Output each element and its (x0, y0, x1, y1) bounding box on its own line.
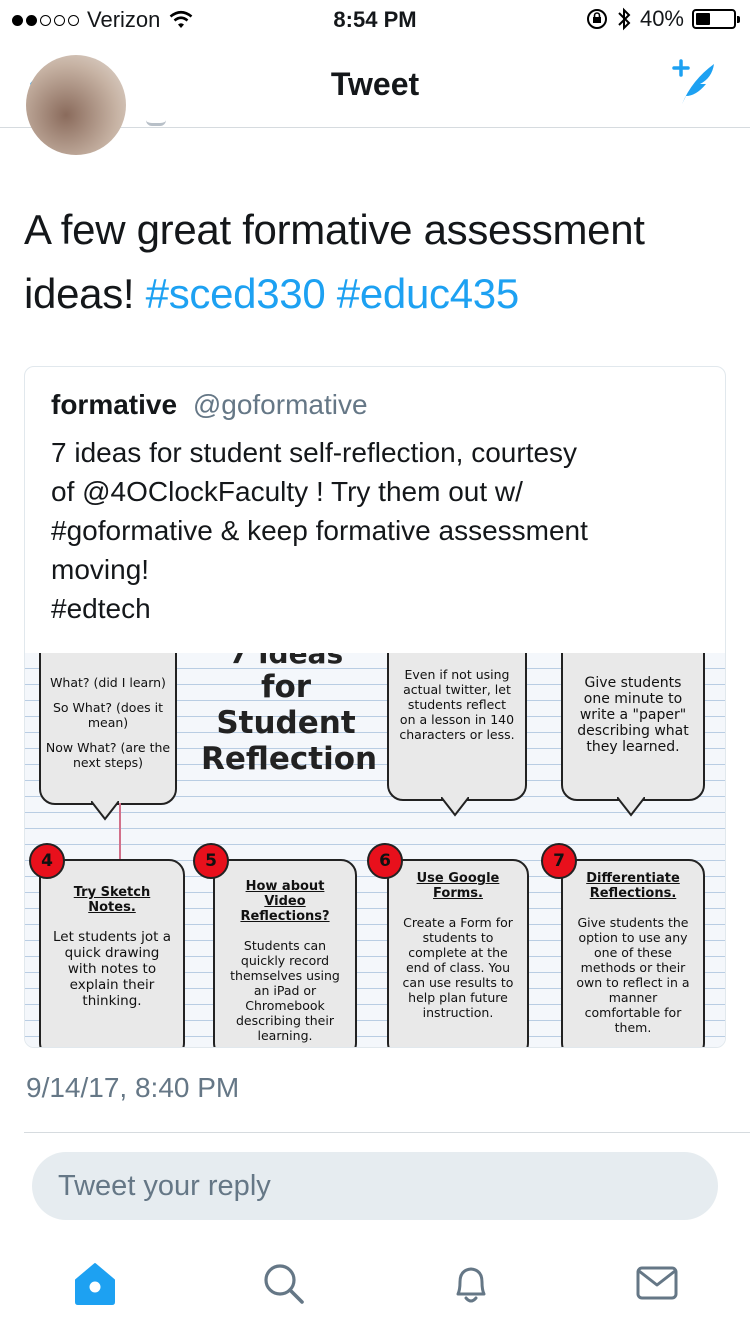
quoted-line: #edtech (51, 593, 151, 624)
notifications-icon[interactable] (446, 1258, 496, 1308)
reflection-card-5: How about Video Reflections? Students ca… (213, 859, 357, 1047)
speech-tail (441, 797, 469, 817)
connector-line (119, 803, 121, 863)
reflection-card-3: Give students one minute to write a "pap… (561, 653, 705, 801)
quoted-tweet-text: 7 ideas for student self-reflection, cou… (51, 433, 711, 628)
quoted-author-name: formative (51, 389, 178, 420)
quoted-line: 7 ideas for student self-reflection, cou… (51, 437, 578, 468)
card-7-heading: Differentiate Reflections. (586, 871, 680, 901)
reflection-card-2: Even if not using actual twitter, let st… (387, 653, 527, 801)
status-right: 40% (586, 6, 740, 32)
number-badge-7: 7 (541, 843, 577, 879)
reply-input[interactable]: Tweet your reply (32, 1152, 718, 1220)
card-4-heading: Try Sketch Notes. (73, 885, 151, 915)
infographic-image[interactable]: What? (did I learn) So What? (does it me… (25, 653, 725, 1047)
title-line: Reflection (201, 741, 378, 777)
reflection-card-7: Differentiate Reflections. Give students… (561, 859, 705, 1047)
compose-tweet-icon[interactable] (666, 58, 722, 110)
title-line: 7 Ideas (201, 653, 371, 669)
bluetooth-icon (618, 7, 631, 31)
infographic-title: 7 Ideas for Student Reflection (201, 653, 378, 777)
battery-percent: 40% (639, 6, 684, 31)
card-5-heading: How about Video Reflections? (240, 879, 330, 924)
search-icon[interactable] (258, 1258, 308, 1308)
speech-tail (617, 797, 645, 817)
card-2-text: Even if not using actual twitter, let st… (399, 667, 515, 742)
card-1-line: Now What? (are the next steps) (45, 740, 171, 770)
quoted-tweet-card[interactable]: formative @goformative 7 ideas for stude… (24, 366, 726, 1048)
quoted-line: moving! (51, 554, 150, 585)
tweet-body: A few great formative assessment ideas! (24, 206, 645, 317)
quoted-author: formative @goformative (51, 389, 368, 421)
author-handle-fragment (146, 120, 166, 126)
status-bar: Verizon 8:54 PM 40% (0, 0, 750, 40)
quoted-line: of @4OClockFaculty ! Try them out w/ (51, 476, 523, 507)
hashtag-link[interactable]: #educ435 (337, 270, 519, 317)
title-line: for (260, 669, 312, 705)
card-6-text: Create a Form for students to complete a… (402, 915, 514, 1020)
card-5-text: Students can quickly record themselves u… (230, 938, 340, 1043)
speech-tail (91, 801, 119, 821)
number-badge-5: 5 (193, 843, 229, 879)
number-badge-6: 6 (367, 843, 403, 879)
reflection-card-4: Try Sketch Notes. Let students jot a qui… (39, 859, 185, 1047)
card-7-text: Give students the option to use any one … (576, 915, 690, 1035)
card-1-line: What? (did I learn) (50, 675, 166, 690)
number-badge-4: 4 (29, 843, 65, 879)
reflection-card-1: What? (did I learn) So What? (does it me… (39, 653, 177, 805)
battery-icon (692, 9, 740, 29)
reflection-card-6: Use Google Forms. Create a Form for stud… (387, 859, 529, 1047)
card-6-heading: Use Google Forms. (416, 871, 500, 901)
card-1-line: So What? (does it mean) (52, 700, 164, 730)
orientation-lock-icon (586, 9, 607, 29)
divider (24, 1132, 750, 1133)
tweet-text: A few great formative assessment ideas! … (24, 198, 724, 326)
tab-bar (0, 1238, 750, 1334)
messages-icon[interactable] (632, 1258, 682, 1308)
hashtag-link[interactable]: #sced330 (146, 270, 326, 317)
title-line: Student (216, 705, 356, 741)
quoted-author-handle: @goformative (192, 389, 368, 420)
tweet-timestamp: 9/14/17, 8:40 PM (26, 1072, 240, 1103)
home-icon[interactable] (70, 1258, 120, 1308)
avatar[interactable] (26, 55, 126, 155)
card-3-text: Give students one minute to write a "pap… (577, 675, 689, 755)
quoted-line: #goformative & keep formative assessment (51, 515, 588, 546)
card-4-text: Let students jot a quick drawing with no… (53, 929, 171, 1009)
